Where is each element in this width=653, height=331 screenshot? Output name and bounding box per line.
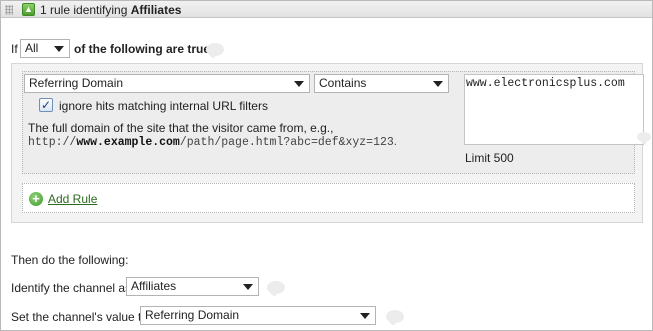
chevron-down-icon — [433, 81, 443, 87]
if-label: If — [11, 42, 18, 56]
then-heading: Then do the following: — [11, 253, 129, 267]
identify-channel-label: Identify the channel as — [11, 281, 132, 295]
identify-channel-value: Affiliates — [131, 279, 177, 293]
set-value-label: Set the channel's value to — [11, 310, 149, 324]
rule-operator-value: Contains — [319, 76, 367, 90]
help-bubble-icon[interactable] — [267, 281, 285, 296]
condition-suffix: of the following are true: — [74, 42, 214, 56]
rule-values-textarea[interactable]: www.electronicsplus.com — [464, 74, 651, 145]
rule-row: Referring Domain Contains ✓ ignore hits … — [22, 71, 651, 174]
set-value-value: Referring Domain — [145, 308, 240, 322]
plus-circle-icon[interactable]: + — [29, 192, 43, 206]
match-type-value: All — [25, 41, 39, 55]
chevron-down-icon — [294, 81, 304, 87]
ignore-internal-checkbox[interactable]: ✓ — [39, 98, 53, 112]
example-suffix: /path/page.html?abc=def&xyz=123 — [179, 136, 394, 149]
drag-grip-icon[interactable] — [5, 5, 13, 15]
title-prefix: 1 rule identifying — [40, 3, 131, 17]
rule-description: The full domain of the site that the vis… — [28, 121, 334, 135]
limit-label: Limit 500 — [465, 151, 514, 165]
identify-channel-select[interactable]: Affiliates — [126, 277, 259, 296]
textarea-resize-icon[interactable] — [637, 132, 651, 144]
chevron-down-icon — [360, 313, 370, 319]
rule-field-value: Referring Domain — [29, 76, 124, 90]
rule-values-text: www.electronicsplus.com — [466, 77, 625, 90]
example-domain: www.example.com — [76, 136, 180, 149]
chevron-down-icon — [54, 46, 64, 52]
example-end: . — [393, 136, 397, 148]
rules-panel: Referring Domain Contains ✓ ignore hits … — [11, 63, 651, 223]
add-rule-row: + Add Rule — [22, 183, 635, 213]
rule-operator-select[interactable]: Contains — [314, 74, 449, 93]
chevron-down-icon — [243, 284, 253, 290]
rule-header-title: 1 rule identifying Affiliates — [40, 3, 181, 17]
rule-field-select[interactable]: Referring Domain — [24, 74, 310, 93]
title-channel-name: Affiliates — [130, 3, 182, 17]
rule-example: http://www.example.com/path/page.html?ab… — [28, 136, 397, 149]
ignore-internal-label: ignore hits matching internal URL filter… — [59, 99, 268, 113]
match-type-select[interactable]: All — [20, 39, 70, 58]
example-prefix: http:// — [28, 136, 77, 149]
collapse-arrow-icon[interactable]: ▲ — [22, 3, 35, 16]
help-bubble-icon[interactable] — [386, 310, 404, 325]
rule-header: ▲ 1 rule identifying Affiliates — [1, 1, 652, 18]
help-bubble-icon[interactable] — [206, 43, 224, 58]
add-rule-link[interactable]: Add Rule — [48, 192, 97, 206]
set-value-select[interactable]: Referring Domain — [140, 306, 376, 325]
